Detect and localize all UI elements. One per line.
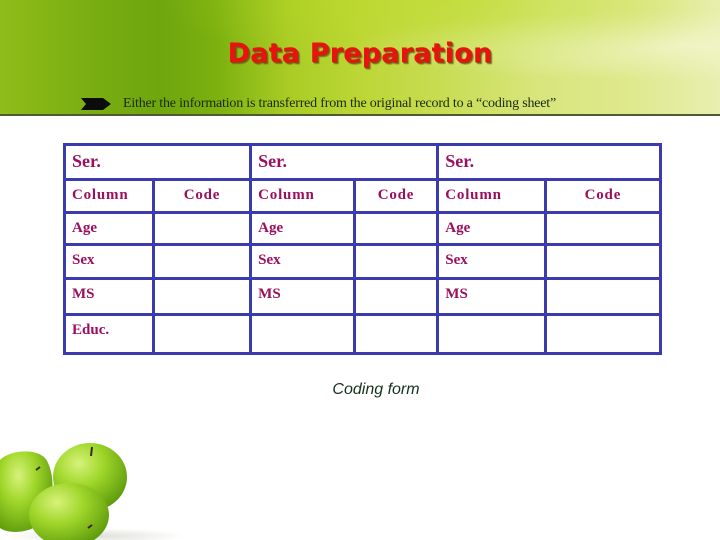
slide-title: Data Preparation <box>227 38 493 69</box>
code-cell[interactable] <box>543 313 663 355</box>
column-label: Column <box>63 178 155 214</box>
variable-cell <box>436 313 547 355</box>
variable-cell <box>249 313 356 355</box>
table-row: Educ. <box>63 313 663 355</box>
table-row: MS MS MS <box>63 277 663 316</box>
table-row-series: Ser. Ser. Ser. <box>62 143 662 181</box>
series-header: Ser. <box>62 143 253 181</box>
table-row: Age Age Age <box>63 211 663 246</box>
variable-cell: Sex <box>249 243 356 280</box>
code-cell[interactable] <box>543 277 663 316</box>
table-caption: Coding form <box>332 381 420 398</box>
code-label: Code <box>543 178 663 214</box>
series-header: Ser. <box>436 143 662 181</box>
green-apples-image <box>0 443 185 540</box>
variable-cell: MS <box>249 277 356 316</box>
variable-cell: Sex <box>63 243 155 280</box>
column-label: Column <box>436 178 547 214</box>
column-label: Column <box>249 178 356 214</box>
variable-cell: Sex <box>436 243 547 280</box>
code-cell[interactable] <box>352 277 440 316</box>
code-cell[interactable] <box>151 277 253 316</box>
table-row: Sex Sex Sex <box>63 243 663 280</box>
bullet-item: Either the information is transferred fr… <box>81 95 556 113</box>
bullet-text: Either the information is transferred fr… <box>123 96 556 111</box>
variable-cell: Age <box>63 211 155 246</box>
code-cell[interactable] <box>151 313 253 355</box>
code-cell[interactable] <box>151 211 253 246</box>
variable-cell: MS <box>63 277 155 316</box>
code-cell[interactable] <box>352 211 440 246</box>
variable-cell: Educ. <box>63 313 155 355</box>
code-cell[interactable] <box>352 313 440 355</box>
code-cell[interactable] <box>543 243 663 280</box>
arrow-bullet-icon <box>81 98 111 110</box>
table-row-labels: Column Code Column Code Column Code <box>63 178 663 214</box>
variable-cell: MS <box>436 277 547 316</box>
code-cell[interactable] <box>352 243 440 280</box>
series-header: Ser. <box>249 143 440 181</box>
code-label: Code <box>151 178 253 214</box>
variable-cell: Age <box>436 211 547 246</box>
code-label: Code <box>352 178 440 214</box>
code-cell[interactable] <box>151 243 253 280</box>
variable-cell: Age <box>249 211 356 246</box>
code-cell[interactable] <box>543 211 663 246</box>
coding-form-table: Ser. Ser. Ser. Column Code Column Code C… <box>62 143 663 355</box>
header-divider <box>0 114 720 116</box>
